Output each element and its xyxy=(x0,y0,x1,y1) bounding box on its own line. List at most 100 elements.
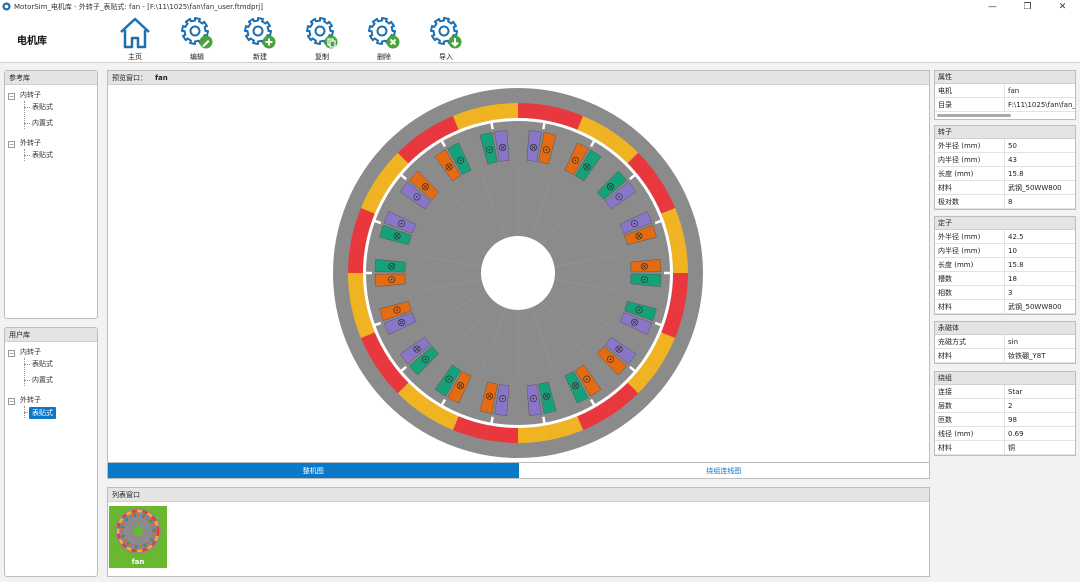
current-out-dot xyxy=(400,222,403,225)
property-key: 材料 xyxy=(935,441,1005,454)
property-value[interactable]: 铜 xyxy=(1005,441,1075,454)
property-value[interactable]: 0.69 xyxy=(1005,427,1075,440)
tree-node-outer-rotor[interactable]: 外转子 xyxy=(20,394,41,406)
property-row: 材料 武钢_50WW800 xyxy=(935,181,1075,195)
tree-node-inner-rotor[interactable]: 内转子 xyxy=(20,346,41,358)
property-value[interactable]: 15.8 xyxy=(1005,167,1075,180)
property-key: 层数 xyxy=(935,399,1005,412)
copy-gear-icon xyxy=(306,17,338,49)
home-button[interactable]: 主页 xyxy=(110,15,160,61)
current-out-dot xyxy=(609,358,612,361)
app-logo-icon xyxy=(2,2,11,11)
import-button[interactable]: 导入 xyxy=(421,15,471,61)
property-row: 内半径 (mm) 10 xyxy=(935,244,1075,258)
winding-header: 绕组 xyxy=(935,372,1075,385)
property-row: 材料 钕铁硼_Y8T xyxy=(935,349,1075,363)
tree-node-inner-rotor[interactable]: 内转子 xyxy=(20,89,41,101)
property-key: 匝数 xyxy=(935,413,1005,426)
property-row: 外半径 (mm) 50 xyxy=(935,139,1075,153)
motor-thumbnail[interactable]: fan xyxy=(109,506,167,568)
property-value[interactable]: fan xyxy=(1005,84,1075,97)
copy-button[interactable]: 复制 xyxy=(297,15,347,61)
property-key: 材料 xyxy=(935,349,1005,362)
property-value[interactable]: 50 xyxy=(1005,139,1075,152)
tree-node-interior[interactable]: 内置式 xyxy=(32,374,53,386)
current-out-dot xyxy=(643,278,646,281)
magnet-header: 永磁体 xyxy=(935,322,1075,335)
tree-node-surface-mount[interactable]: 表贴式 xyxy=(32,149,53,161)
expand-toggle-icon[interactable]: − xyxy=(8,398,15,405)
list-window: 列表窗口 fan xyxy=(107,487,930,577)
tree-node-surface-mount-selected[interactable]: 表贴式 xyxy=(29,407,56,419)
tree-node-surface-mount[interactable]: 表贴式 xyxy=(32,101,53,113)
delete-button[interactable]: 删除 xyxy=(359,15,409,61)
slot-opening xyxy=(490,121,494,130)
stator-panel: 定子 外半径 (mm) 42.5 内半径 (mm) 10 长度 (mm) 15.8 槽数 18… xyxy=(934,216,1076,315)
user-library-panel: 用户库 − 内转子 表贴式 内置式 − 外转子 表贴式 xyxy=(4,327,98,577)
property-value[interactable]: 15.8 xyxy=(1005,258,1075,271)
property-row: 线径 (mm) 0.69 xyxy=(935,427,1075,441)
delete-gear-icon xyxy=(368,17,400,49)
reference-library-header: 参考库 xyxy=(5,71,97,85)
tree-node-outer-rotor[interactable]: 外转子 xyxy=(20,137,41,149)
property-value[interactable]: 10 xyxy=(1005,244,1075,257)
expand-toggle-icon[interactable]: − xyxy=(8,350,15,357)
preview-motor-name: fan xyxy=(155,74,168,82)
property-value[interactable]: 3 xyxy=(1005,286,1075,299)
restore-button[interactable]: ❐ xyxy=(1010,0,1045,13)
current-out-dot xyxy=(390,278,393,281)
property-value[interactable]: 98 xyxy=(1005,413,1075,426)
current-out-dot xyxy=(633,222,636,225)
property-key: 极对数 xyxy=(935,195,1005,208)
property-key: 相数 xyxy=(935,286,1005,299)
property-row: 内半径 (mm) 43 xyxy=(935,153,1075,167)
current-out-dot xyxy=(416,195,418,198)
expand-toggle-icon[interactable]: − xyxy=(8,93,15,100)
property-row: 外半径 (mm) 42.5 xyxy=(935,230,1075,244)
preview-window: 预览窗口： fan 整机图 绕组连线图 xyxy=(107,70,930,479)
import-button-label: 导入 xyxy=(439,53,453,61)
property-value[interactable]: 2 xyxy=(1005,399,1075,412)
motor-thumbnail-label: fan xyxy=(131,558,145,566)
property-row: 层数 2 xyxy=(935,399,1075,413)
preview-header: 预览窗口： fan xyxy=(108,71,929,85)
new-button[interactable]: 新建 xyxy=(235,15,285,61)
property-key: 外半径 (mm) xyxy=(935,139,1005,152)
tree-node-surface-mount[interactable]: 表贴式 xyxy=(32,358,53,370)
home-icon xyxy=(120,17,150,49)
properties-scrollbar[interactable] xyxy=(935,112,1075,119)
property-value[interactable]: 42.5 xyxy=(1005,230,1075,243)
copy-button-label: 复制 xyxy=(315,53,329,61)
property-value[interactable]: 8 xyxy=(1005,195,1075,208)
property-value[interactable]: Star xyxy=(1005,385,1075,398)
close-button[interactable]: ✕ xyxy=(1045,0,1080,13)
property-row: 目录F:\11\1025\fan\fan_user.ftmdprj xyxy=(935,98,1075,112)
property-value[interactable]: 武钢_50WW800 xyxy=(1005,181,1075,194)
tree-node-interior[interactable]: 内置式 xyxy=(32,117,53,129)
tab-winding-diagram[interactable]: 绕组连线图 xyxy=(518,462,929,478)
property-value[interactable]: 武钢_50WW800 xyxy=(1005,300,1075,313)
property-key: 内半径 (mm) xyxy=(935,153,1005,166)
property-value[interactable]: 钕铁硼_Y8T xyxy=(1005,349,1075,362)
property-value[interactable]: 43 xyxy=(1005,153,1075,166)
current-out-dot xyxy=(574,159,577,162)
property-value[interactable]: 18 xyxy=(1005,272,1075,285)
tab-full-machine[interactable]: 整机图 xyxy=(108,462,519,478)
edit-button[interactable]: 编辑 xyxy=(172,15,222,61)
delete-button-label: 删除 xyxy=(377,53,391,61)
property-row: 材料铜 xyxy=(935,441,1075,455)
property-key: 材料 xyxy=(935,300,1005,313)
current-out-dot xyxy=(532,397,535,400)
expand-toggle-icon[interactable]: − xyxy=(8,141,15,148)
shaft-hole xyxy=(481,236,555,310)
minimize-button[interactable]: — xyxy=(975,0,1010,13)
property-row: 材料 武钢_50WW800 xyxy=(935,300,1075,314)
property-value[interactable]: sin xyxy=(1005,335,1075,348)
library-title: 电机库 xyxy=(17,36,47,47)
scrollbar-thumb[interactable] xyxy=(937,114,1011,117)
property-value[interactable]: F:\11\1025\fan\fan_user.ftmdprj xyxy=(1005,98,1075,111)
current-out-dot xyxy=(448,378,451,380)
slot-opening xyxy=(542,416,546,425)
current-out-dot xyxy=(459,159,462,162)
magnet-panel: 永磁体 充磁方式 sin 材料 钕铁硼_Y8T xyxy=(934,321,1076,364)
